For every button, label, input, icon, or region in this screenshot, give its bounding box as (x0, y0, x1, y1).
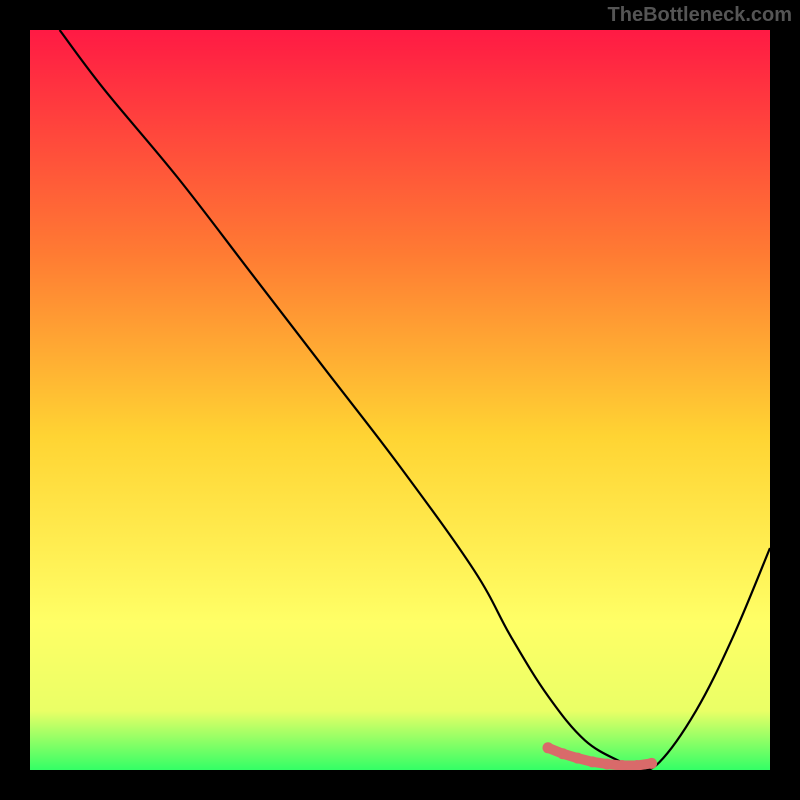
watermark-text: TheBottleneck.com (608, 4, 792, 27)
highlight-dot (557, 748, 568, 759)
chart-container: TheBottleneck.com (0, 0, 800, 800)
chart-svg (30, 30, 770, 770)
highlight-dot (572, 753, 583, 764)
highlight-dot (587, 756, 598, 767)
highlight-dot (646, 758, 657, 769)
plot-area (30, 30, 770, 770)
gradient-background (30, 30, 770, 770)
highlight-dot (543, 742, 554, 753)
highlight-dot (602, 759, 613, 770)
